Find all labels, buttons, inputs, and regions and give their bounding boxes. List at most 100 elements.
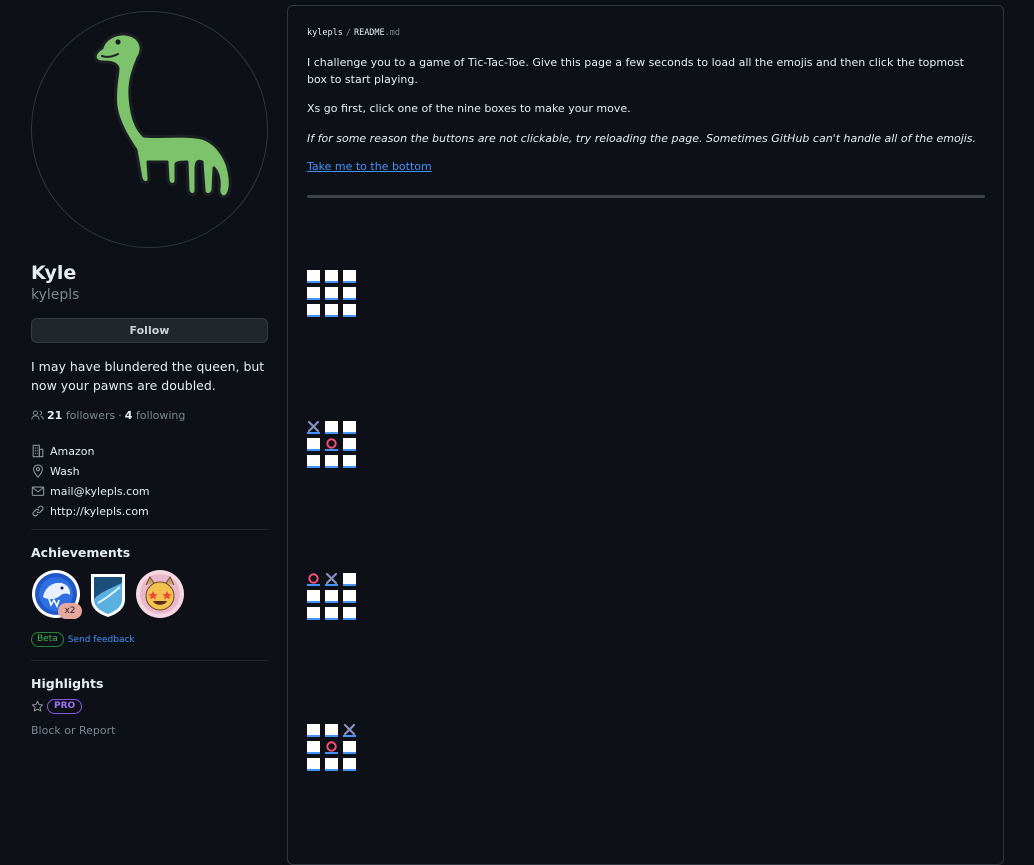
beta-row: Beta Send feedback xyxy=(31,632,135,647)
detail-company: Amazon xyxy=(31,441,268,461)
o-mark-icon xyxy=(308,573,319,584)
followers-label: followers xyxy=(65,409,116,422)
board-cell-empty[interactable] xyxy=(325,455,338,468)
dinosaur-avatar-icon xyxy=(93,32,232,199)
breadcrumb-file: README xyxy=(353,28,385,38)
board-cell-empty[interactable] xyxy=(325,421,338,434)
board-cell-empty[interactable] xyxy=(307,607,320,620)
board-cell-empty[interactable] xyxy=(343,607,356,620)
breadcrumb-owner[interactable]: kylepls xyxy=(307,28,343,38)
starstruck-cat-badge[interactable] xyxy=(135,569,185,619)
readme-rules: Xs go first, click one of the nine boxes… xyxy=(307,102,631,115)
profile-username: kylepls xyxy=(31,287,80,303)
horizontal-rule xyxy=(307,195,985,198)
board-cell-o xyxy=(307,573,320,586)
board-cell-x xyxy=(343,723,356,737)
board-cell-empty[interactable] xyxy=(325,287,338,300)
website-link[interactable]: http://kylepls.com xyxy=(50,505,149,518)
board-cell-x xyxy=(307,420,320,434)
board-cell-empty[interactable] xyxy=(325,607,338,620)
following-count: 4 xyxy=(124,409,133,422)
board-cell-empty[interactable] xyxy=(325,724,338,737)
following-label: following xyxy=(135,409,186,422)
link-icon xyxy=(32,505,44,517)
breadcrumb-file-ext: .md xyxy=(384,28,401,38)
pull-shark-badge[interactable] xyxy=(83,569,133,619)
board-cell-empty[interactable] xyxy=(343,573,356,586)
company-text: Amazon xyxy=(50,444,95,458)
board-cell-empty[interactable] xyxy=(325,304,338,317)
x-mark-icon xyxy=(343,723,356,736)
readme-intro: I challenge you to a game of Tic-Tac-Toe… xyxy=(307,56,964,86)
board-cell-empty[interactable] xyxy=(325,590,338,603)
shark-badge[interactable]: x2 xyxy=(31,569,82,619)
achievements-title: Achievements xyxy=(31,545,131,560)
x-mark-icon xyxy=(325,572,338,585)
highlights-title: Highlights xyxy=(31,676,104,691)
board-cell-o xyxy=(325,438,338,451)
star-icon xyxy=(31,700,44,712)
board-cell-empty[interactable] xyxy=(343,455,356,468)
organization-icon xyxy=(32,444,44,458)
board-cell-empty[interactable] xyxy=(325,758,338,771)
board-cell-empty[interactable] xyxy=(343,590,356,603)
location-text: Wash xyxy=(50,464,80,478)
follow-button[interactable]: Follow xyxy=(31,318,268,343)
mail-icon xyxy=(31,486,45,496)
starstruck-badge-icon xyxy=(136,570,184,618)
tic-tac-toe-board xyxy=(307,270,361,320)
beta-label: Beta xyxy=(31,632,64,647)
readme-note: If for some reason the buttons are not c… xyxy=(307,132,977,145)
badge-count: x2 xyxy=(58,603,82,619)
followers-count: 21 xyxy=(47,409,63,422)
avatar[interactable] xyxy=(31,11,268,248)
follow-stats: 21 followers · 4 following xyxy=(31,409,185,422)
board-cell-o xyxy=(325,741,338,754)
board-cell-empty[interactable] xyxy=(343,304,356,317)
stats-separator: · xyxy=(118,409,122,422)
email-link[interactable]: mail@kylepls.com xyxy=(50,485,150,498)
board-cell-empty[interactable] xyxy=(343,287,356,300)
profile-display-name: Kyle xyxy=(31,262,77,284)
pull-shark-badge-icon xyxy=(91,574,125,617)
board-cell-empty[interactable] xyxy=(307,590,320,603)
board-cell-empty[interactable] xyxy=(343,438,356,451)
send-feedback-link[interactable]: Send feedback xyxy=(68,635,135,645)
board-cell-empty[interactable] xyxy=(307,724,320,737)
detail-location: Wash xyxy=(31,461,268,481)
board-cell-empty[interactable] xyxy=(325,270,338,283)
board-cell-empty[interactable] xyxy=(307,455,320,468)
board-cell-empty[interactable] xyxy=(307,304,320,317)
board-cell-empty[interactable] xyxy=(343,758,356,771)
achievement-badges: x2 xyxy=(31,569,268,621)
following-link[interactable]: 4 following xyxy=(125,409,186,422)
tic-tac-toe-board xyxy=(307,572,361,623)
readme-breadcrumb: kylepls / README.md xyxy=(307,28,400,38)
board-cell-empty[interactable] xyxy=(307,741,320,754)
board-cell-empty[interactable] xyxy=(307,270,320,283)
block-report-link[interactable]: Block or Report xyxy=(31,724,115,737)
board-cell-empty[interactable] xyxy=(343,421,356,434)
bottom-link[interactable]: Take me to the bottom xyxy=(307,160,432,173)
o-mark-icon xyxy=(326,438,337,449)
board-cell-empty[interactable] xyxy=(343,270,356,283)
tic-tac-toe-board xyxy=(307,420,361,471)
profile-details: Amazon Wash mail@kylepls.com http://kyle… xyxy=(31,441,268,521)
location-icon xyxy=(33,464,43,478)
people-icon xyxy=(31,410,44,420)
board-cell-empty[interactable] xyxy=(307,758,320,771)
pro-badge: PRO xyxy=(47,699,83,714)
tic-tac-toe-board xyxy=(307,723,361,774)
o-mark-icon xyxy=(326,741,337,752)
breadcrumb-separator: / xyxy=(345,28,351,38)
readme-panel: kylepls / README.md I challenge you to a g… xyxy=(287,5,1004,865)
board-cell-x xyxy=(325,572,338,586)
board-cell-empty[interactable] xyxy=(343,741,356,754)
followers-link[interactable]: 21 followers xyxy=(47,409,115,422)
detail-website[interactable]: http://kylepls.com xyxy=(31,501,268,521)
board-cell-empty[interactable] xyxy=(307,287,320,300)
detail-email[interactable]: mail@kylepls.com xyxy=(31,481,268,501)
x-mark-icon xyxy=(307,420,320,433)
board-cell-empty[interactable] xyxy=(307,438,320,451)
divider xyxy=(31,660,268,661)
